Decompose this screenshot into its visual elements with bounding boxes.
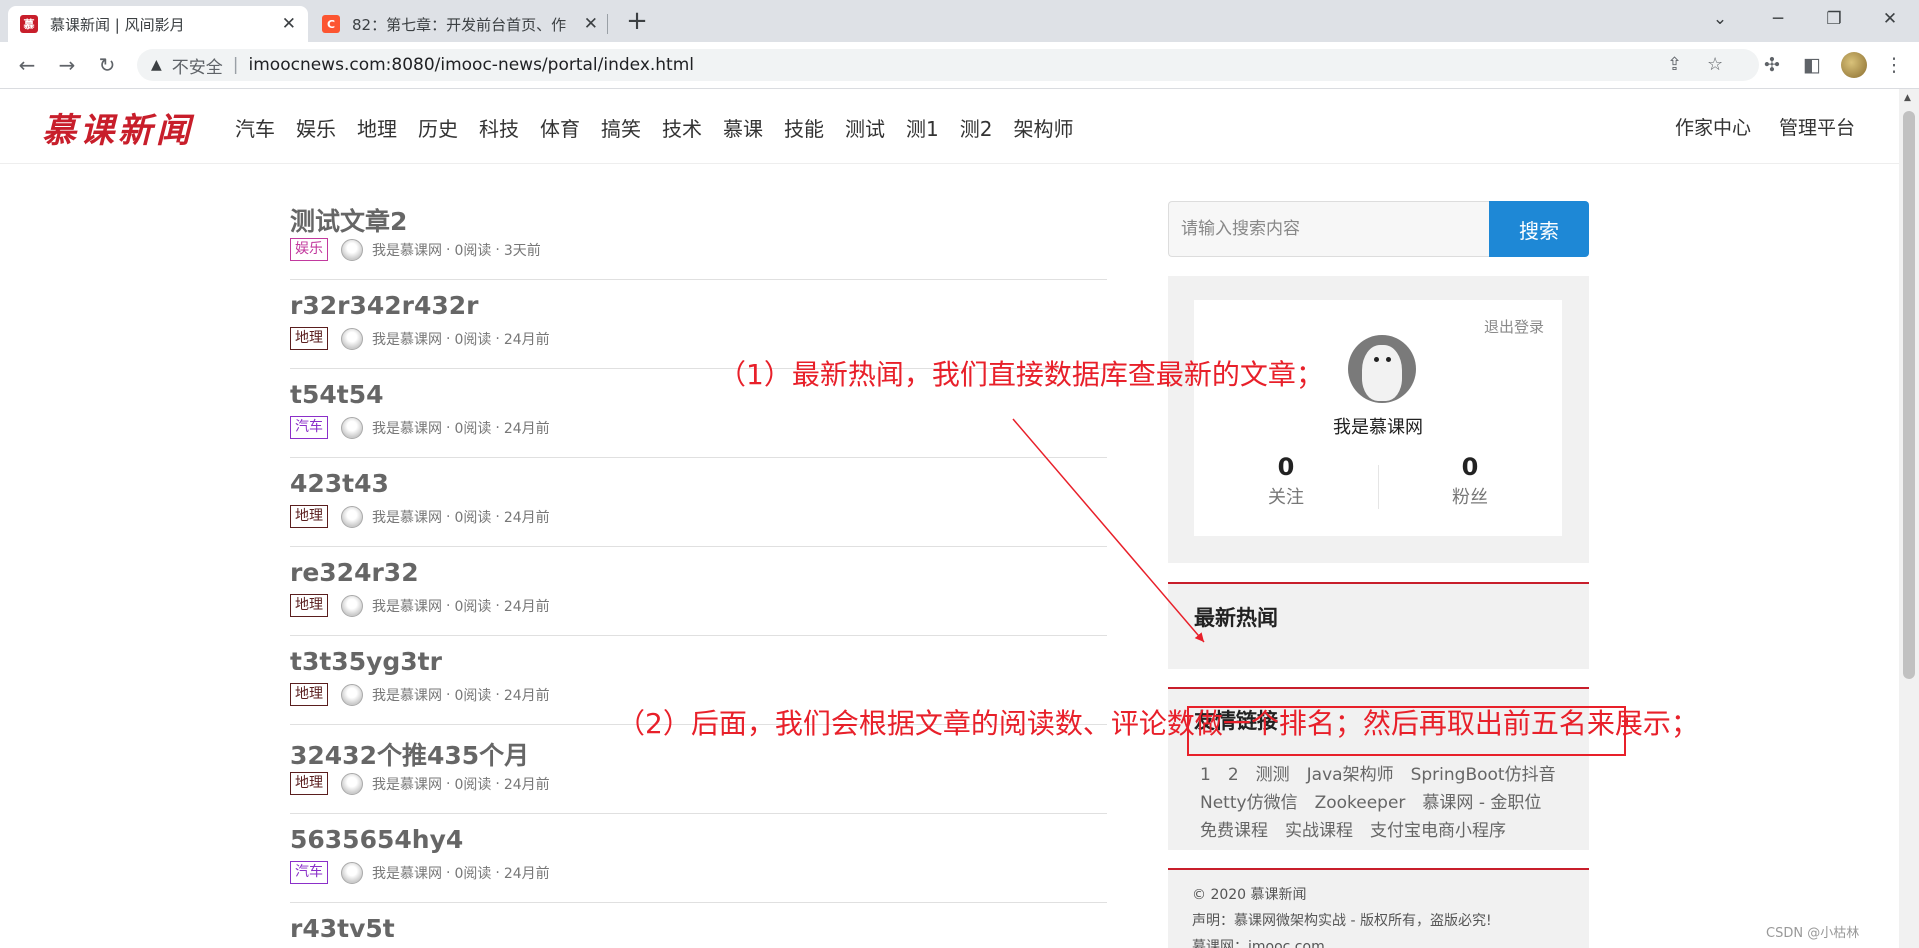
- tab-search-icon[interactable]: ⌄: [1700, 4, 1740, 34]
- address-bar[interactable]: ▲ 不安全 | imoocnews.com:8080/imooc-news/po…: [137, 49, 1759, 81]
- url-text[interactable]: imoocnews.com:8080/imooc-news/portal/ind…: [249, 55, 695, 75]
- divider: |: [232, 55, 239, 75]
- csdn-favicon-icon: C: [322, 15, 340, 33]
- scroll-up-icon[interactable]: ▲: [1904, 93, 1911, 103]
- scrollbar-thumb[interactable]: [1903, 111, 1915, 679]
- web-page: 慕课新闻 汽车 娱乐 地理 历史 科技 体育 搞笑 技术 慕课 技能 测试 测1 测2 架构师 作家中心 …: [0, 89, 1899, 948]
- csdn-watermark: CSDN @小枯林: [1766, 926, 1860, 941]
- extensions-puzzle-icon[interactable]: ✣: [1759, 52, 1785, 78]
- tab-separator: [607, 14, 608, 34]
- restore-window-button[interactable]: ❐: [1814, 4, 1854, 34]
- close-window-button[interactable]: ✕: [1870, 4, 1910, 34]
- bookmark-star-icon[interactable]: ☆: [1707, 49, 1723, 81]
- close-tab-icon[interactable]: ✕: [282, 14, 296, 34]
- browser-tab-bar: 慕 慕课新闻 | 风间影月 ✕ C 82：第七章：开发前台首页、作 ✕ + ⌄ …: [0, 0, 1919, 42]
- tab-title: 82：第七章：开发前台首页、作: [352, 15, 567, 34]
- tab-imooc-news[interactable]: 慕 慕课新闻 | 风间影月 ✕: [8, 6, 308, 42]
- minimize-window-button[interactable]: ─: [1758, 4, 1798, 34]
- close-tab-icon[interactable]: ✕: [584, 14, 598, 34]
- imooc-news-favicon-icon: 慕: [20, 15, 38, 33]
- annotation-arrow: [1012, 418, 1205, 643]
- forward-arrow-icon[interactable]: →: [54, 52, 80, 78]
- new-tab-button[interactable]: +: [623, 8, 651, 36]
- page-scrollbar[interactable]: ▲: [1899, 89, 1919, 948]
- browser-toolbar: ← → ↻ ▲ 不安全 | imoocnews.com:8080/imooc-n…: [0, 42, 1919, 89]
- warning-triangle-icon: ▲: [151, 57, 162, 73]
- share-icon[interactable]: ⇪: [1667, 49, 1682, 81]
- profile-avatar[interactable]: [1841, 52, 1867, 78]
- side-panel-icon[interactable]: ◧: [1799, 52, 1825, 78]
- tab-csdn-article[interactable]: C 82：第七章：开发前台首页、作 ✕: [310, 6, 610, 42]
- reload-icon[interactable]: ↻: [94, 52, 120, 78]
- security-label[interactable]: 不安全: [172, 53, 223, 78]
- tab-title: 慕课新闻 | 风间影月: [50, 15, 185, 34]
- more-menu-icon[interactable]: ⋮: [1881, 52, 1907, 78]
- back-arrow-icon[interactable]: ←: [14, 52, 40, 78]
